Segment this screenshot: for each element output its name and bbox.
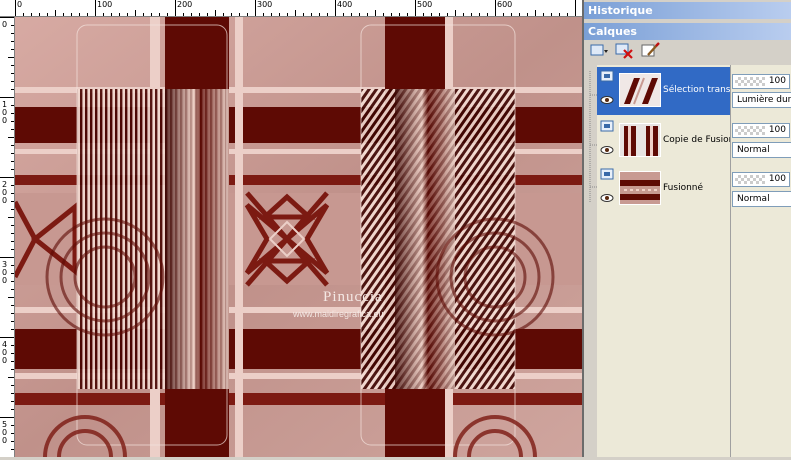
layer-row-copie-de-fusionne[interactable]: Copie de Fusionné xyxy=(597,117,746,165)
opacity-slider[interactable]: 100 xyxy=(732,172,790,187)
layers-list: Sélection transformée Copie de Fusionné xyxy=(597,65,763,457)
ruler-top-label: 100 xyxy=(97,0,113,9)
opacity-checker-icon xyxy=(735,126,765,135)
ruler-left-label: 1 0 0 xyxy=(2,100,8,125)
blend-mode-select[interactable]: Lumière dure xyxy=(732,92,791,108)
ruler-left-label: 0 xyxy=(2,20,8,29)
layers-panel-title[interactable]: Calques xyxy=(584,23,791,40)
ruler-left-label: 5 0 0 xyxy=(2,420,8,445)
ruler-left-label: 4 0 0 xyxy=(2,340,8,365)
opacity-slider[interactable]: 100 xyxy=(732,74,790,89)
layer-type-icon xyxy=(600,168,614,180)
new-layer-icon[interactable] xyxy=(588,41,610,61)
delete-layer-icon[interactable] xyxy=(614,41,636,61)
history-panel-title[interactable]: Historique xyxy=(584,2,791,19)
opacity-value: 100 xyxy=(768,125,786,135)
edit-layer-icon[interactable] xyxy=(640,41,662,61)
horizontal-ruler: 0 100 200 300 400 500 600 xyxy=(0,0,582,17)
ruler-top-label: 400 xyxy=(337,0,353,9)
canvas-workspace[interactable]: 0 100 200 300 400 500 600 0 1 0 0 2 0 0 … xyxy=(0,0,582,457)
opacity-checker-icon xyxy=(735,77,765,86)
canvas-artwork[interactable]: Pinuccia www.maidiregrafica.eu xyxy=(15,17,582,457)
layer-tree-gutter xyxy=(584,65,597,457)
layer-type-icon xyxy=(600,70,614,82)
layer-row-fusionne[interactable]: Fusionné xyxy=(597,165,730,213)
ruler-top-label: 300 xyxy=(257,0,273,9)
ruler-top-label: 500 xyxy=(417,0,433,9)
opacity-slider[interactable]: 100 xyxy=(732,123,790,138)
watermark-title: Pinuccia xyxy=(323,289,383,305)
ruler-top-label: 600 xyxy=(497,0,513,9)
layer-type-icon xyxy=(600,120,614,132)
layer-thumbnail xyxy=(619,123,661,157)
ruler-left-label: 2 0 0 xyxy=(2,180,8,205)
ruler-top-label: 200 xyxy=(177,0,193,9)
layer-properties-column: 100 Lumière dure 100 Normal 100 Normal xyxy=(730,65,791,457)
blend-mode-select[interactable]: Normal xyxy=(732,142,791,158)
opacity-checker-icon xyxy=(735,175,765,184)
watermark-url: www.maidiregrafica.eu xyxy=(293,309,384,319)
layer-name: Fusionné xyxy=(663,183,704,193)
eye-icon[interactable] xyxy=(600,95,614,105)
blend-mode-select[interactable]: Normal xyxy=(732,191,791,207)
opacity-value: 100 xyxy=(768,174,786,184)
opacity-value: 100 xyxy=(768,76,786,86)
layer-thumbnail xyxy=(619,73,661,107)
layer-thumbnail xyxy=(619,171,661,205)
layers-toolbar xyxy=(584,39,791,64)
eye-icon[interactable] xyxy=(600,193,614,203)
side-panel: Historique Calques Sélection transformée xyxy=(584,0,791,457)
eye-icon[interactable] xyxy=(600,145,614,155)
layer-row-selection-transformee[interactable]: Sélection transformée xyxy=(597,67,763,115)
vertical-ruler: 0 1 0 0 2 0 0 3 0 0 4 0 0 5 0 0 xyxy=(0,17,15,457)
ruler-top-label: 0 xyxy=(17,0,23,9)
ruler-left-label: 3 0 0 xyxy=(2,260,8,285)
